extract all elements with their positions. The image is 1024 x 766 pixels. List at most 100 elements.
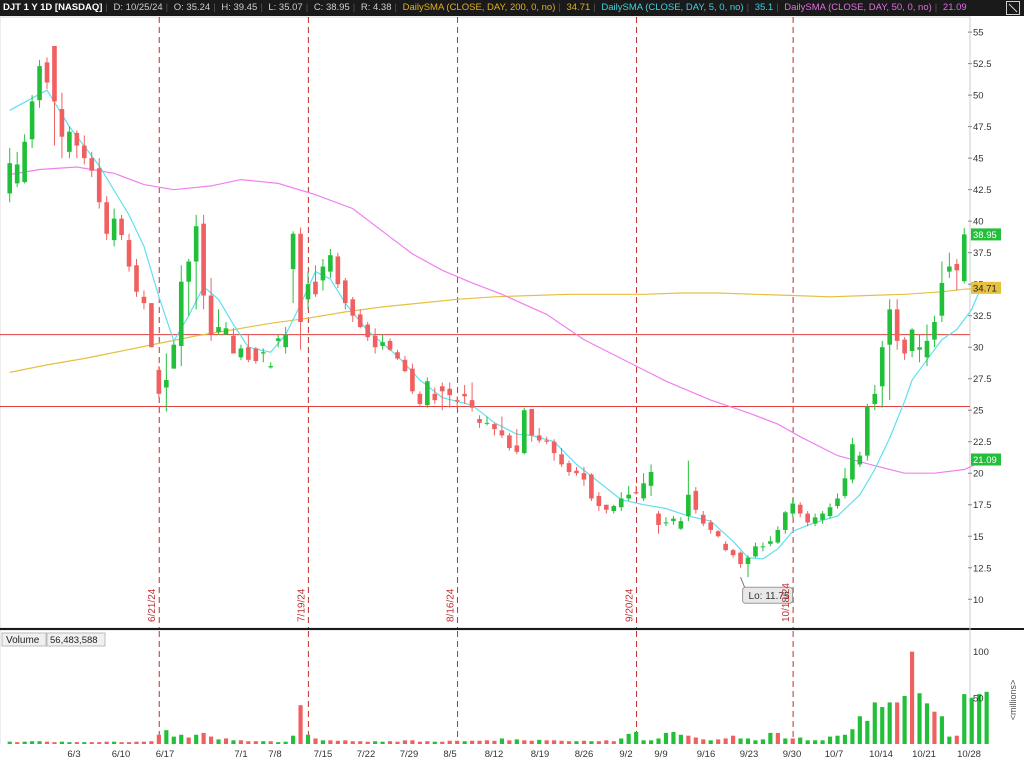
volume-bar <box>171 736 176 744</box>
sma200-tag-label: 34.71 <box>973 283 997 294</box>
volume-bar <box>895 702 900 744</box>
candle-body <box>924 340 930 358</box>
candle-body <box>693 490 699 510</box>
x-tick-label: 10/7 <box>825 749 844 760</box>
volume-bar <box>909 651 915 744</box>
volume-bar <box>611 741 616 744</box>
candle-body <box>708 522 714 530</box>
volume-bar <box>328 740 333 744</box>
candle-body <box>193 226 199 262</box>
volume-bar <box>574 741 579 744</box>
volume-bar <box>537 739 542 744</box>
volume-tick-label: 100 <box>973 647 989 658</box>
volume-bar <box>783 738 788 744</box>
volume-bar <box>514 739 519 744</box>
volume-bar <box>745 738 751 744</box>
candle-body <box>141 296 147 304</box>
candle-body <box>208 295 214 335</box>
volume-bar <box>231 740 236 744</box>
volume-bar <box>126 742 132 744</box>
price-tick-label: 45 <box>973 154 984 165</box>
candle-body <box>417 393 423 404</box>
candle-body <box>7 163 13 194</box>
candle-body <box>186 261 192 282</box>
volume-bar <box>686 735 691 744</box>
candle-body <box>178 281 184 346</box>
volume-bar <box>470 740 475 744</box>
candle-body <box>290 233 296 270</box>
candle-body <box>760 546 766 548</box>
volume-bar <box>335 740 340 744</box>
volume-bar <box>455 740 460 744</box>
price-tick-label: 15 <box>973 532 984 543</box>
candle-body <box>909 329 915 351</box>
candle-body <box>164 379 169 388</box>
volume-bar <box>760 739 766 744</box>
x-tick-label: 10/14 <box>869 749 893 760</box>
x-tick-label: 7/1 <box>234 749 247 760</box>
candle-body <box>842 478 848 496</box>
x-tick-label: 8/12 <box>485 749 504 760</box>
candle-body <box>678 521 684 529</box>
price-panel-frame <box>0 16 971 629</box>
candle-body <box>305 284 311 300</box>
candles-layer: Lo: 11.75 <box>7 45 967 604</box>
candle-body <box>119 218 124 236</box>
volume-bar <box>97 742 102 744</box>
volume-bar <box>902 695 907 744</box>
price-tick-label: 32.5 <box>973 311 992 322</box>
volume-bar <box>276 742 281 744</box>
x-tick-label: 10/21 <box>912 749 936 760</box>
volume-bar <box>22 741 27 744</box>
price-tick-label: 30 <box>973 343 984 354</box>
volume-bar <box>947 736 952 744</box>
candle-body <box>887 309 893 345</box>
candle-body <box>29 101 35 140</box>
candle-body <box>894 309 900 341</box>
price-chart[interactable]: Lo: 11.75 6/21/24 7/19/24 8/16/24 9/20/24 10… <box>0 0 1024 766</box>
candle-body <box>111 218 117 241</box>
candle-body <box>357 314 363 328</box>
candle-body <box>253 348 259 362</box>
volume-bar <box>708 740 713 744</box>
volume-bar <box>872 702 877 744</box>
price-tick-label: 37.5 <box>973 248 992 259</box>
volume-bar <box>604 740 609 744</box>
candle-body <box>947 266 952 272</box>
candle-body <box>89 158 95 171</box>
candle-body <box>961 234 967 282</box>
candle-body <box>372 335 378 348</box>
volume-bar <box>887 702 892 744</box>
volume-bar <box>559 740 564 744</box>
price-tick-label: 25 <box>973 406 984 417</box>
candle-body <box>216 327 221 333</box>
price-tick-label: 12.5 <box>973 563 992 574</box>
volume-bar <box>119 742 124 744</box>
candle-body <box>850 444 855 480</box>
x-tick-label: 9/9 <box>654 749 667 760</box>
x-tick-label: 6/10 <box>112 749 131 760</box>
candle-body <box>201 223 206 296</box>
volume-bar <box>522 740 527 744</box>
volume-bar <box>499 738 504 744</box>
candle-body <box>551 441 557 454</box>
volume-bar <box>969 697 974 744</box>
volume-bar <box>507 740 512 744</box>
candle-body <box>805 513 810 523</box>
volume-bar <box>663 732 669 744</box>
volume-bar <box>857 716 862 744</box>
volume-bar <box>223 738 229 744</box>
candle-body <box>745 557 751 564</box>
price-tick-label: 47.5 <box>973 122 992 133</box>
candle-body <box>529 408 535 436</box>
volume-bar <box>648 740 654 744</box>
candle-body <box>335 256 341 285</box>
volume-bar <box>693 737 698 744</box>
candle-body <box>238 348 244 358</box>
price-tick-label: 27.5 <box>973 374 992 385</box>
volume-layer <box>7 651 989 744</box>
candle-body <box>425 381 430 406</box>
candle-body <box>275 338 281 341</box>
x-tick-label: 9/2 <box>619 749 632 760</box>
candle-body <box>439 386 445 392</box>
